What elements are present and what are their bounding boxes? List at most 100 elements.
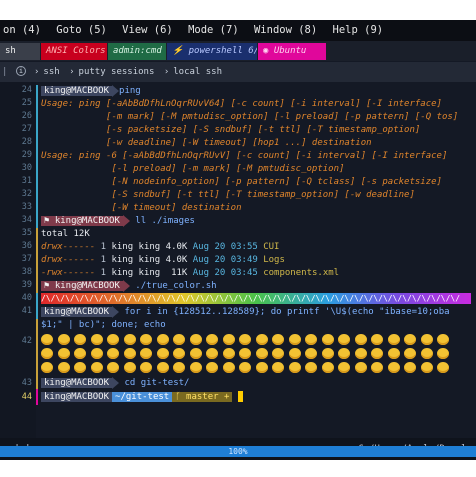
file-size: 11K xyxy=(165,268,188,278)
emoji-face-icon xyxy=(222,361,235,373)
emoji-face-icon xyxy=(420,361,433,373)
progress-label: 100% xyxy=(228,447,248,456)
emoji-face-icon xyxy=(437,361,449,373)
emoji-face-icon xyxy=(156,347,169,359)
emoji-face-icon xyxy=(206,347,218,359)
prompt-user: king@MACBOOK xyxy=(41,392,113,402)
menu-item-goto[interactable]: Goto (5) xyxy=(56,24,107,36)
breadcrumb-local-ssh[interactable]: local ssh xyxy=(173,67,222,77)
emoji-face-icon xyxy=(173,347,185,359)
emoji-face-icon xyxy=(354,361,367,373)
tab-powershell[interactable]: ⚡ powershell 6/7 xyxy=(167,43,257,60)
menu-item-view[interactable]: View (6) xyxy=(122,24,173,36)
emoji-face-icon xyxy=(338,333,350,345)
menu-item-session[interactable]: on (4) xyxy=(3,24,41,36)
emoji-face-icon xyxy=(321,347,334,359)
prompt-arrow-icon xyxy=(112,377,120,389)
tab-ansi-colors[interactable]: ANSI Colors xyxy=(41,43,107,60)
prompt-user: king@MACBOOK xyxy=(41,307,113,317)
scope-marker xyxy=(36,228,38,293)
ubuntu-icon: ◉ xyxy=(263,46,274,56)
file-links: 1 xyxy=(100,268,107,278)
tab-ubuntu-label: Ubuntu xyxy=(273,46,307,56)
emoji-face-icon xyxy=(206,361,218,373)
tab-sh[interactable]: sh xyxy=(0,43,40,60)
command-text: for i in {128512..128589}; do printf '\U… xyxy=(124,307,450,317)
emoji-face-icon xyxy=(41,333,53,345)
breadcrumb-ssh[interactable]: ssh xyxy=(43,67,59,77)
true-color-gradient: /\/\/\/\/\/\/\/\/\/\/\/\/\/\/\/\/\/\/\/\… xyxy=(41,293,471,304)
file-permissions: drwx------ xyxy=(41,242,96,252)
file-links: 1 xyxy=(100,242,107,252)
emoji-face-icon xyxy=(338,361,350,373)
terminal-line: Usage: ping [-aAbBdDfhLnOqrRUvV64] [-c c… xyxy=(41,99,442,109)
line-number: 30 xyxy=(21,163,32,173)
emoji-face-icon xyxy=(189,333,202,345)
git-branch-name: master + xyxy=(186,392,230,402)
emoji-face-icon xyxy=(74,361,86,373)
emoji-face-icon xyxy=(437,333,449,345)
info-icon[interactable]: i xyxy=(16,66,26,76)
emoji-face-icon xyxy=(222,347,235,359)
emoji-face-icon xyxy=(173,333,185,345)
emoji-face-icon xyxy=(206,333,218,345)
command-text: ping xyxy=(119,86,141,96)
line-number: 35 xyxy=(21,228,32,238)
emoji-face-icon xyxy=(288,333,301,345)
chevron-right-icon: › xyxy=(69,67,75,77)
terminal-line: ⚑ king@MACBOOK ./true_color.sh xyxy=(41,280,217,293)
emoji-face-icon xyxy=(41,347,53,359)
terminal-line: $1;" | bc)"; done; echo xyxy=(41,320,166,330)
tab-ubuntu[interactable]: ◉ Ubuntu xyxy=(258,43,326,60)
chevron-right-icon: › xyxy=(163,67,170,77)
text-cursor[interactable] xyxy=(237,391,243,402)
git-branch-icon: ᚴ xyxy=(175,392,187,402)
command-text: cd git-test/ xyxy=(124,378,190,388)
pipe-icon: | xyxy=(2,67,8,77)
line-number: 36 xyxy=(21,241,32,251)
emoji-face-icon xyxy=(107,333,119,345)
file-name: Logs xyxy=(263,255,285,265)
breadcrumb-putty-sessions[interactable]: putty sessions xyxy=(79,67,155,77)
tab-admin-cmd[interactable]: admin:cmd xyxy=(108,43,166,60)
emoji-face-icon xyxy=(272,361,284,373)
line-number-current: 44 xyxy=(21,392,32,402)
menu-bar: on (4) Goto (5) View (6) Mode (7) Window… xyxy=(0,20,476,41)
line-number: 24 xyxy=(21,85,32,95)
emoji-face-icon xyxy=(90,361,103,373)
emoji-face-icon xyxy=(107,361,119,373)
menu-item-help[interactable]: Help (9) xyxy=(333,24,384,36)
emoji-row xyxy=(41,333,471,347)
emoji-face-icon xyxy=(272,333,284,345)
line-number: 37 xyxy=(21,254,32,264)
emoji-face-icon xyxy=(239,347,251,359)
line-number: 39 xyxy=(21,280,32,290)
prompt-user-name: king@MACBOOK xyxy=(54,216,120,226)
menu-item-mode[interactable]: Mode (7) xyxy=(188,24,239,36)
emoji-face-icon xyxy=(404,347,416,359)
menu-item-window[interactable]: Window (8) xyxy=(254,24,317,36)
prompt-user: ⚑ king@MACBOOK xyxy=(41,281,123,291)
emoji-face-icon xyxy=(255,333,268,345)
prompt-directory: ~/git-test xyxy=(112,392,173,402)
emoji-face-icon xyxy=(156,361,169,373)
file-permissions: -rwx------ xyxy=(41,268,96,278)
emoji-face-icon xyxy=(371,361,383,373)
line-number: 32 xyxy=(21,189,32,199)
emoji-face-icon xyxy=(74,347,86,359)
emoji-row xyxy=(41,361,471,375)
emoji-face-icon xyxy=(74,333,86,345)
prompt-arrow-icon xyxy=(112,306,120,318)
emoji-face-icon xyxy=(255,347,268,359)
emoji-face-icon xyxy=(140,361,152,373)
emoji-face-icon xyxy=(387,333,400,345)
emoji-face-icon xyxy=(189,361,202,373)
line-number: 26 xyxy=(21,111,32,121)
terminal-line: /\/\/\/\/\/\/\/\/\/\/\/\/\/\/\/\/\/\/\/\… xyxy=(41,293,471,306)
line-number: 40 xyxy=(21,293,32,303)
emoji-face-icon xyxy=(140,347,152,359)
line-number: 42 xyxy=(21,336,32,346)
emoji-face-icon xyxy=(57,333,70,345)
prompt-user-name: king@MACBOOK xyxy=(54,281,120,291)
emoji-face-icon xyxy=(420,333,433,345)
